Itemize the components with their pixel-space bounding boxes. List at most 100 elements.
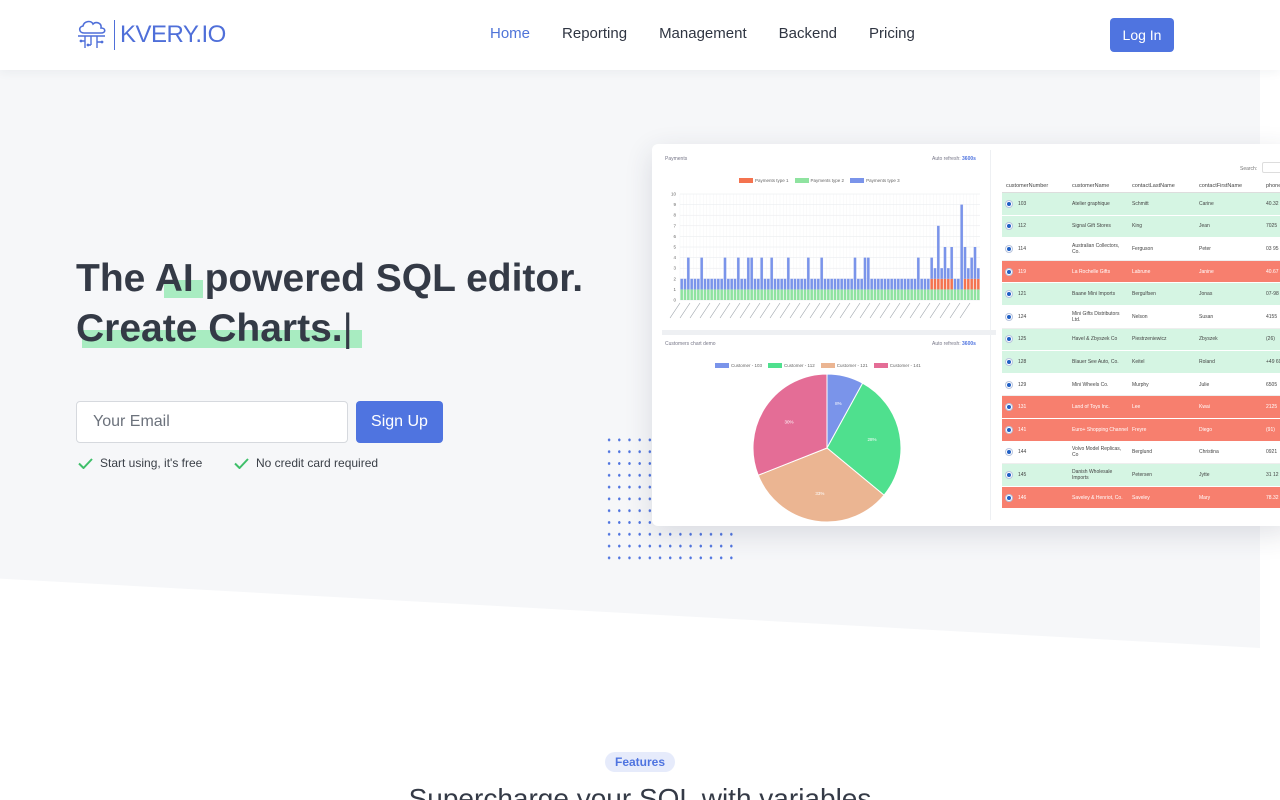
table-row[interactable]: 141 Euro+ Shopping Channel Freyre Diego (91) — [1002, 418, 1280, 442]
table-row[interactable]: 112 Signal Gift Stores King Jean 7025 — [1002, 215, 1280, 239]
bar — [857, 278, 860, 290]
x-tick-label — [759, 302, 771, 319]
nav-pricing[interactable]: Pricing — [869, 25, 915, 42]
col-header[interactable]: phone — [1266, 183, 1280, 189]
cell-last-name: Murphy — [1132, 381, 1149, 388]
bar — [920, 278, 923, 290]
cell-phone: +49 69 — [1266, 358, 1280, 365]
col-header[interactable]: contactLastName — [1132, 183, 1199, 189]
col-header[interactable]: customerName — [1072, 183, 1132, 189]
bar — [953, 278, 957, 290]
table-search-input[interactable] — [1262, 162, 1280, 173]
row-expand-icon[interactable] — [1006, 223, 1012, 230]
table-row[interactable]: 128 Blauer See Auto, Co. Keitel Roland +49 6… — [1002, 351, 1280, 374]
signup-button[interactable]: Sign Up — [356, 401, 443, 443]
bar — [913, 289, 917, 300]
bar — [687, 257, 690, 290]
nav-backend[interactable]: Backend — [779, 25, 837, 42]
bar — [737, 257, 740, 290]
row-expand-icon[interactable] — [1006, 268, 1012, 275]
bar — [890, 289, 893, 300]
hero-headline: The AI powered SQL editor. Create Charts… — [76, 254, 636, 354]
table-row[interactable]: 103 Atelier graphique Schmitt Carine 40.32 — [1002, 193, 1280, 216]
login-button[interactable]: Log In — [1110, 18, 1174, 52]
logo[interactable]: KVERY.IO — [76, 18, 226, 52]
bar — [910, 289, 913, 300]
email-input[interactable] — [76, 401, 348, 443]
cloud-database-icon — [78, 20, 106, 48]
pie-slice-label: 28% — [868, 437, 877, 442]
x-tick-label — [889, 302, 901, 319]
table-row[interactable]: 144 Volvo Model Replicas, Co Berglund Chris… — [1002, 441, 1280, 465]
cell-phone: (26) — [1266, 336, 1275, 343]
col-header[interactable]: customerNumber — [1002, 183, 1072, 189]
panel-resize-bar[interactable] — [662, 330, 996, 335]
cell-phone: 4155 — [1266, 313, 1278, 320]
bar — [727, 278, 730, 290]
bar — [947, 268, 950, 279]
y-tick-label: 9 — [673, 202, 676, 207]
cell-first-name: Jonas — [1199, 291, 1213, 298]
cell-number: 146 — [1002, 494, 1072, 501]
row-expand-icon[interactable] — [1006, 358, 1012, 365]
headline-text-ai: AI — [154, 257, 194, 300]
bar — [903, 289, 907, 300]
bar — [763, 278, 767, 290]
bar — [707, 289, 710, 300]
row-expand-icon[interactable] — [1006, 245, 1012, 252]
x-tick-label — [719, 302, 731, 319]
table-row[interactable]: 129 Mini Wheels Co. Murphy Julie 6505 — [1002, 373, 1280, 397]
col-header[interactable]: contactFirstName — [1199, 183, 1266, 189]
bar — [883, 278, 887, 290]
panel-separator — [990, 150, 998, 520]
row-expand-icon[interactable] — [1006, 404, 1012, 411]
row-expand-icon[interactable] — [1006, 200, 1012, 207]
table-row[interactable]: 121 Baane Mini Imports Bergulfsen Jonas 07-9… — [1002, 283, 1280, 306]
bar — [873, 278, 877, 290]
cell-name: Signal Gift Stores — [1072, 223, 1111, 230]
table-body: 103 Atelier graphique Schmitt Carine 40.32 11… — [1002, 193, 1280, 510]
cell-first-name: Carine — [1199, 200, 1214, 207]
bar — [780, 289, 783, 300]
pie-panel-title: Customers chart demo — [665, 341, 716, 347]
table-row[interactable]: 145 Danish Wholesale Imports Petersen Jytte… — [1002, 464, 1280, 487]
y-tick-label: 0 — [673, 298, 676, 303]
bar — [860, 278, 863, 290]
row-expand-icon[interactable] — [1006, 336, 1012, 343]
cell-first-name: Peter — [1199, 245, 1211, 252]
table-header: customerNumber customerName contactLastN… — [1002, 179, 1280, 193]
nav-reporting[interactable]: Reporting — [562, 25, 627, 42]
row-expand-icon[interactable] — [1006, 313, 1012, 320]
bar — [947, 289, 950, 300]
bar — [933, 278, 937, 290]
y-tick-label: 4 — [673, 255, 676, 260]
row-expand-icon[interactable] — [1006, 426, 1012, 433]
nav-home[interactable]: Home — [490, 25, 530, 42]
row-expand-icon[interactable] — [1006, 494, 1012, 501]
table-row[interactable]: 146 Saveley & Henriot, Co. Saveley Mary 78.3… — [1002, 486, 1280, 510]
row-expand-icon[interactable] — [1006, 291, 1012, 298]
bar — [933, 289, 937, 300]
cell-phone: 2125 — [1266, 404, 1278, 411]
bar — [867, 289, 870, 300]
table-row[interactable]: 131 Land of Toys Inc. Lee Kwai 2125 — [1002, 396, 1280, 419]
row-expand-icon[interactable] — [1006, 381, 1012, 388]
bar — [817, 289, 820, 300]
table-row[interactable]: 114 Australian Collectors, Co. Ferguson Pet… — [1002, 238, 1280, 261]
cell-first-name: Zbyszek — [1199, 336, 1218, 343]
row-expand-icon[interactable] — [1006, 449, 1012, 456]
cell-number: 112 — [1002, 223, 1072, 230]
y-tick-label: 5 — [673, 245, 676, 250]
row-expand-icon[interactable] — [1006, 471, 1012, 478]
bar — [830, 278, 833, 290]
bar — [703, 278, 707, 290]
bar — [697, 289, 700, 300]
table-row[interactable]: 124 Mini Gifts Distributors Ltd. Nelson Sus… — [1002, 305, 1280, 329]
y-tick-label: 8 — [673, 213, 676, 218]
bar — [870, 289, 873, 300]
cell-number: 114 — [1002, 245, 1072, 252]
nav-management[interactable]: Management — [659, 25, 747, 42]
cell-name: Mini Gifts Distributors Ltd. — [1072, 310, 1120, 323]
table-row[interactable]: 119 La Rochelle Gifts Labrune Janine 40.67 — [1002, 260, 1280, 284]
table-row[interactable]: 125 Havel & Zbyszek Co Piestrzeniewicz Zbys… — [1002, 328, 1280, 352]
